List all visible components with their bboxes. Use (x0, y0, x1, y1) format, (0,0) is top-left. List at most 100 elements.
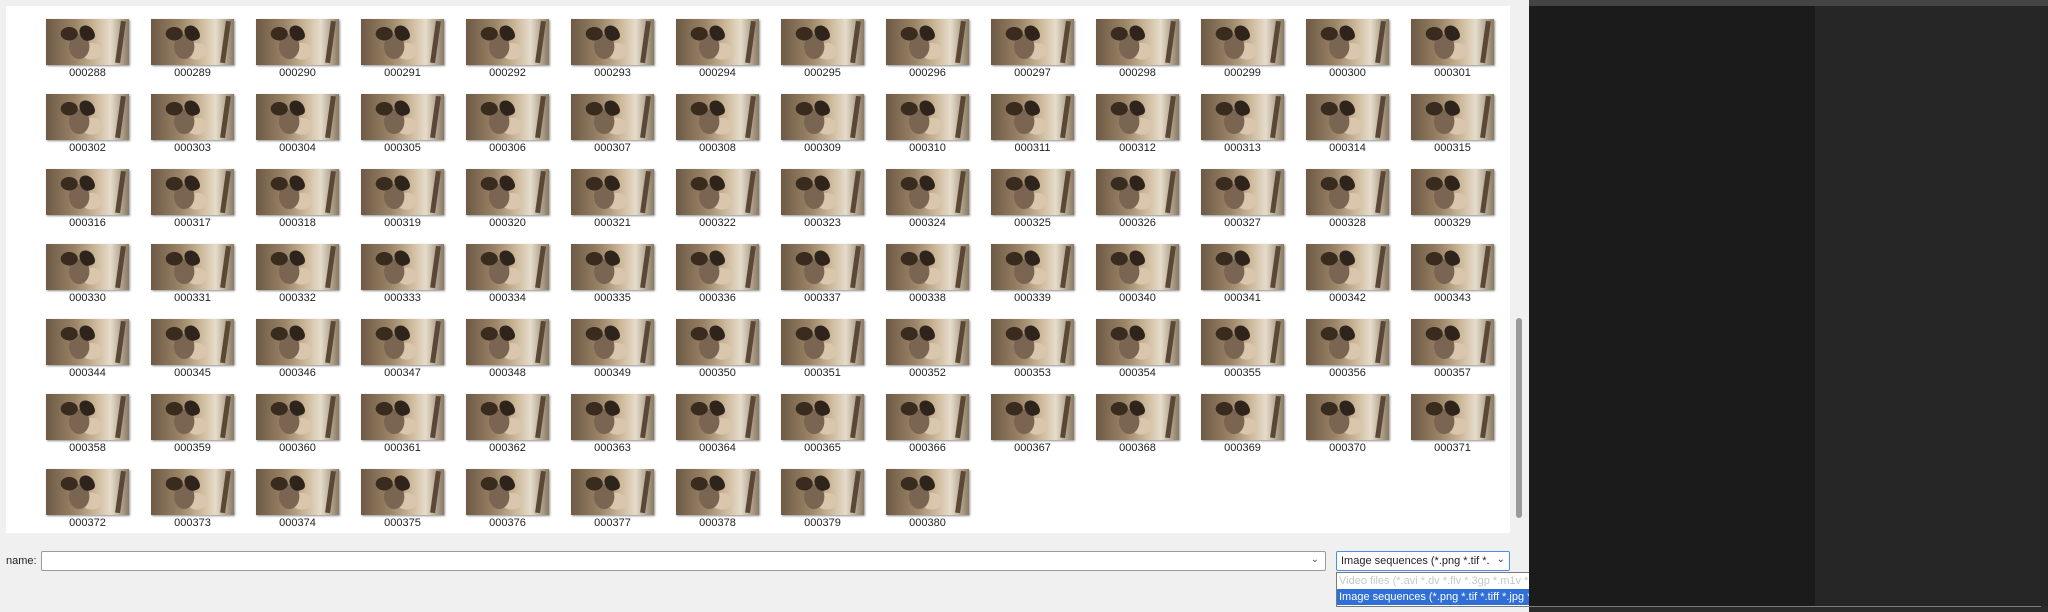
thumbnail-item[interactable]: 000344 (40, 312, 145, 387)
thumbnail-item[interactable]: 000364 (670, 387, 775, 462)
thumbnail-item[interactable]: 000378 (670, 462, 775, 533)
thumbnail-item[interactable]: 000294 (670, 12, 775, 87)
thumbnail-item[interactable]: 000359 (145, 387, 250, 462)
thumbnail-item[interactable]: 000352 (880, 312, 985, 387)
thumbnail-item[interactable]: 000376 (460, 462, 565, 533)
thumbnail-item[interactable]: 000373 (145, 462, 250, 533)
thumbnail-item[interactable]: 000315 (1405, 87, 1510, 162)
thumbnail-item[interactable]: 000354 (1090, 312, 1195, 387)
thumbnail-item[interactable]: 000293 (565, 12, 670, 87)
thumbnail-item[interactable]: 000371 (1405, 387, 1510, 462)
thumbnail-item[interactable]: 000338 (880, 237, 985, 312)
thumbnail-item[interactable]: 000299 (1195, 12, 1300, 87)
thumbnail-item[interactable]: 000327 (1195, 162, 1300, 237)
scrollbar-thumb[interactable] (1516, 318, 1522, 518)
thumbnail-item[interactable]: 000318 (250, 162, 355, 237)
thumbnail-item[interactable]: 000347 (355, 312, 460, 387)
thumbnail-item[interactable]: 000361 (355, 387, 460, 462)
thumbnail-item[interactable]: 000372 (40, 462, 145, 533)
thumbnail-item[interactable]: 000295 (775, 12, 880, 87)
thumbnail-item[interactable]: 000365 (775, 387, 880, 462)
thumbnail-item[interactable]: 000329 (1405, 162, 1510, 237)
thumbnail-item[interactable]: 000288 (40, 12, 145, 87)
thumbnail-item[interactable]: 000306 (460, 87, 565, 162)
thumbnail-item[interactable]: 000369 (1195, 387, 1300, 462)
thumbnail-item[interactable]: 000328 (1300, 162, 1405, 237)
thumbnail-item[interactable]: 000320 (460, 162, 565, 237)
thumbnail-item[interactable]: 000340 (1090, 237, 1195, 312)
thumbnail-label: 000315 (1434, 142, 1471, 154)
thumbnail-item[interactable]: 000322 (670, 162, 775, 237)
thumbnail-item[interactable]: 000319 (355, 162, 460, 237)
chevron-down-icon[interactable]: ⌄ (1497, 554, 1505, 565)
thumbnail-item[interactable]: 000304 (250, 87, 355, 162)
thumbnail-item[interactable]: 000358 (40, 387, 145, 462)
thumbnail-item[interactable]: 000374 (250, 462, 355, 533)
thumbnail-item[interactable]: 000341 (1195, 237, 1300, 312)
thumbnail-item[interactable]: 000345 (145, 312, 250, 387)
thumbnail-item[interactable]: 000334 (460, 237, 565, 312)
thumbnail-item[interactable]: 000326 (1090, 162, 1195, 237)
thumbnail-item[interactable]: 000321 (565, 162, 670, 237)
thumbnail-item[interactable]: 000292 (460, 12, 565, 87)
thumbnail-item[interactable]: 000317 (145, 162, 250, 237)
file-type-select[interactable]: Image sequences (*.png *.tif *.ti ⌄ (1336, 551, 1510, 571)
thumbnail-item[interactable]: 000314 (1300, 87, 1405, 162)
thumbnail-item[interactable]: 000343 (1405, 237, 1510, 312)
thumbnail-item[interactable]: 000377 (565, 462, 670, 533)
thumbnail-item[interactable]: 000348 (460, 312, 565, 387)
thumbnail-item[interactable]: 000351 (775, 312, 880, 387)
thumbnail-item[interactable]: 000353 (985, 312, 1090, 387)
thumbnail-item[interactable]: 000360 (250, 387, 355, 462)
thumbnail-item[interactable]: 000302 (40, 87, 145, 162)
thumbnail-item[interactable]: 000303 (145, 87, 250, 162)
thumbnail-item[interactable]: 000324 (880, 162, 985, 237)
thumbnail-item[interactable]: 000331 (145, 237, 250, 312)
thumbnail-item[interactable]: 000342 (1300, 237, 1405, 312)
thumbnail-item[interactable]: 000367 (985, 387, 1090, 462)
thumbnail-item[interactable]: 000332 (250, 237, 355, 312)
thumbnail-item[interactable]: 000375 (355, 462, 460, 533)
thumbnail-item[interactable]: 000336 (670, 237, 775, 312)
thumbnail-item[interactable]: 000357 (1405, 312, 1510, 387)
thumbnail-item[interactable]: 000308 (670, 87, 775, 162)
thumbnail-item[interactable]: 000305 (355, 87, 460, 162)
thumbnail-item[interactable]: 000346 (250, 312, 355, 387)
thumbnail-item[interactable]: 000337 (775, 237, 880, 312)
thumbnail-item[interactable]: 000339 (985, 237, 1090, 312)
thumbnail-item[interactable]: 000316 (40, 162, 145, 237)
thumbnail-item[interactable]: 000363 (565, 387, 670, 462)
thumbnail-item[interactable]: 000380 (880, 462, 985, 533)
thumbnail-item[interactable]: 000379 (775, 462, 880, 533)
thumbnail-item[interactable]: 000313 (1195, 87, 1300, 162)
thumbnail-item[interactable]: 000307 (565, 87, 670, 162)
thumbnail-item[interactable]: 000289 (145, 12, 250, 87)
thumbnail-item[interactable]: 000311 (985, 87, 1090, 162)
thumbnail-item[interactable]: 000362 (460, 387, 565, 462)
thumbnail-item[interactable]: 000366 (880, 387, 985, 462)
thumbnail-item[interactable]: 000312 (1090, 87, 1195, 162)
thumbnail-item[interactable]: 000300 (1300, 12, 1405, 87)
thumbnail-item[interactable]: 000330 (40, 237, 145, 312)
thumbnail-item[interactable]: 000355 (1195, 312, 1300, 387)
thumbnail-item[interactable]: 000290 (250, 12, 355, 87)
thumbnail-item[interactable]: 000350 (670, 312, 775, 387)
thumbnail-item[interactable]: 000310 (880, 87, 985, 162)
thumbnail-item[interactable]: 000335 (565, 237, 670, 312)
thumbnail-item[interactable]: 000349 (565, 312, 670, 387)
thumbnail-item[interactable]: 000325 (985, 162, 1090, 237)
vertical-scrollbar[interactable] (1513, 6, 1525, 518)
chevron-down-icon[interactable]: ⌄ (1311, 554, 1319, 565)
thumbnail-item[interactable]: 000301 (1405, 12, 1510, 87)
thumbnail-item[interactable]: 000323 (775, 162, 880, 237)
thumbnail-item[interactable]: 000333 (355, 237, 460, 312)
thumbnail-item[interactable]: 000297 (985, 12, 1090, 87)
thumbnail-item[interactable]: 000309 (775, 87, 880, 162)
thumbnail-item[interactable]: 000298 (1090, 12, 1195, 87)
file-name-input[interactable]: ⌄ (41, 551, 1326, 571)
thumbnail-item[interactable]: 000356 (1300, 312, 1405, 387)
thumbnail-item[interactable]: 000296 (880, 12, 985, 87)
thumbnail-item[interactable]: 000368 (1090, 387, 1195, 462)
thumbnail-item[interactable]: 000370 (1300, 387, 1405, 462)
thumbnail-item[interactable]: 000291 (355, 12, 460, 87)
